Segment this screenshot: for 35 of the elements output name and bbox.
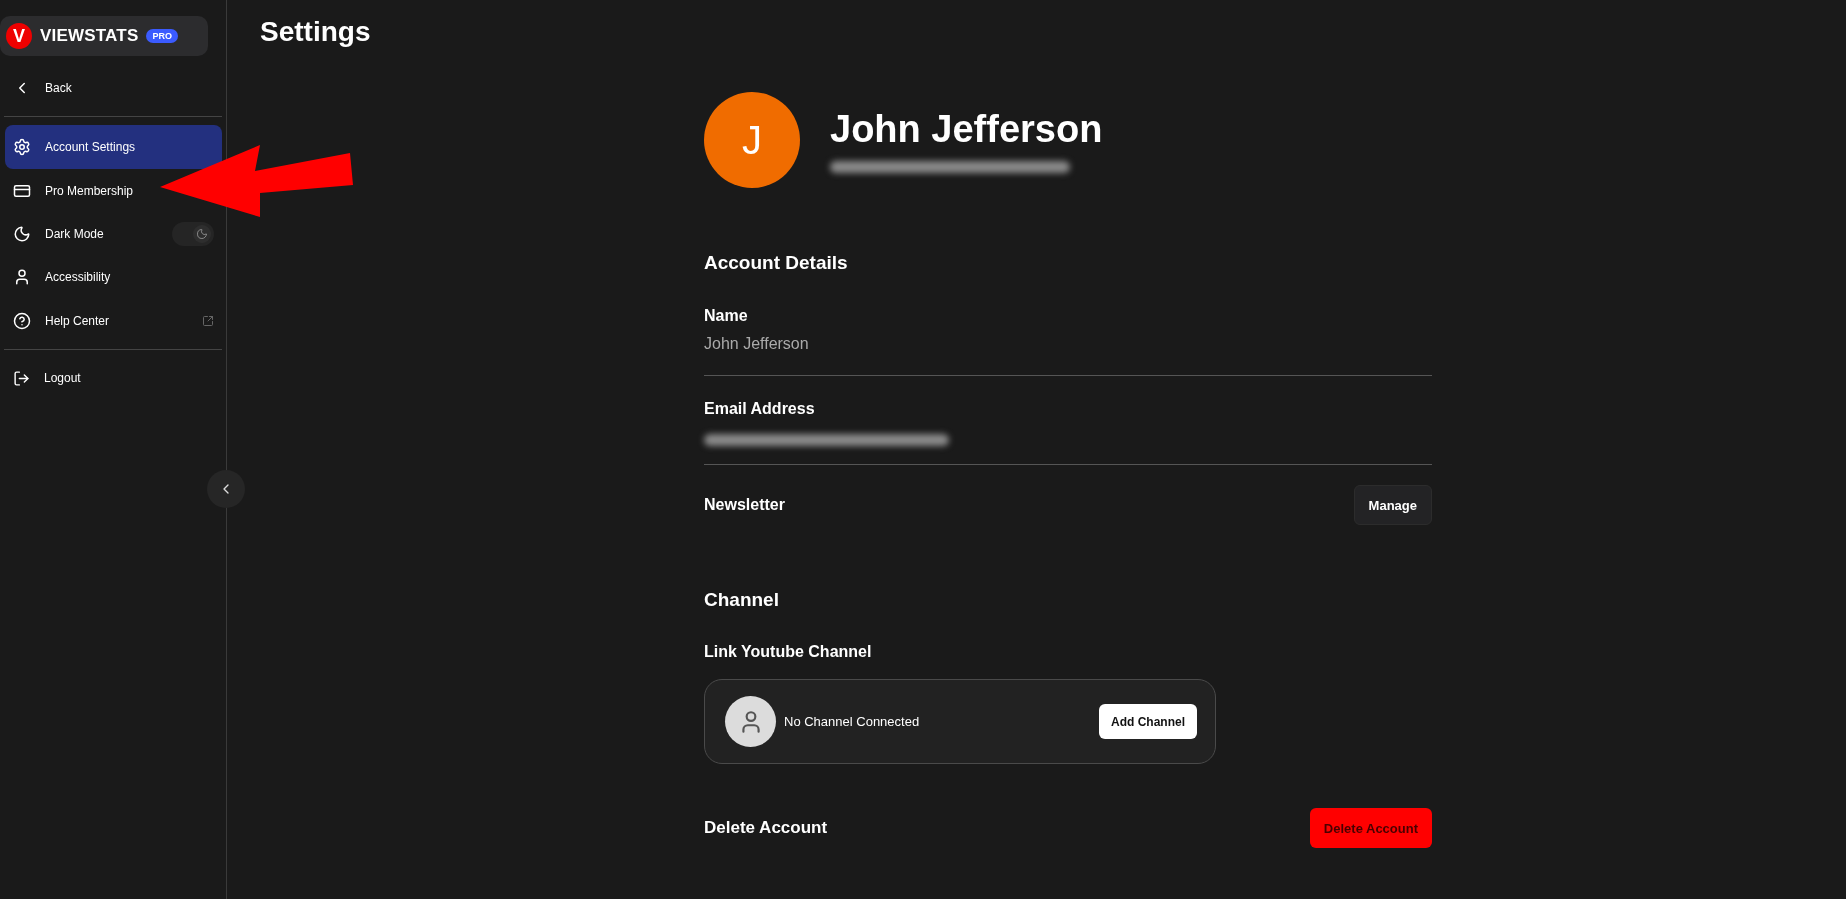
sidebar-item[interactable]: Dark Mode — [5, 213, 222, 255]
logo-bar[interactable]: V VIEWSTATS PRO — [0, 16, 208, 56]
newsletter-label: Newsletter — [704, 496, 785, 514]
help-icon — [13, 312, 31, 330]
delete-label: Delete Account — [704, 818, 828, 838]
page-title: Settings — [260, 16, 372, 48]
section-title: Channel — [704, 589, 780, 611]
avatar: J — [704, 92, 800, 188]
settings-icon — [13, 138, 31, 156]
field-value: John Jefferson — [704, 335, 810, 353]
sidebar-item[interactable]: Help Center — [5, 299, 222, 343]
profile-name: John Jefferson — [830, 107, 1103, 151]
field-label: Email Address — [704, 400, 816, 418]
sidebar-item[interactable]: Pro Membership — [5, 169, 142, 213]
sidebar-item[interactable]: Account Settings — [5, 125, 222, 169]
manage-button[interactable]: Manage — [1353, 485, 1432, 525]
moon-icon — [196, 228, 208, 240]
external-link-icon — [202, 315, 214, 327]
dark-mode-toggle[interactable] — [172, 222, 214, 246]
person-icon — [13, 268, 31, 286]
field-label: Link Youtube Channel — [704, 643, 873, 661]
sidebar-item[interactable]: Accessibility — [5, 255, 119, 299]
logo-mark: V — [6, 23, 32, 49]
section-title: Account Details — [704, 252, 849, 274]
brand-name: VIEWSTATS — [40, 26, 139, 46]
back-link[interactable]: Back — [5, 68, 222, 108]
card-icon — [13, 182, 31, 200]
logout-link[interactable]: Logout — [5, 358, 222, 398]
add-channel-button[interactable]: Add Channel — [1099, 704, 1197, 739]
logout-icon — [13, 369, 30, 387]
field-label: Name — [704, 307, 749, 325]
moon-icon — [13, 225, 31, 243]
delete-account-button[interactable]: Delete Account — [1309, 808, 1432, 848]
pro-badge: PRO — [146, 29, 178, 43]
channel-status: No Channel Connected — [784, 714, 921, 729]
